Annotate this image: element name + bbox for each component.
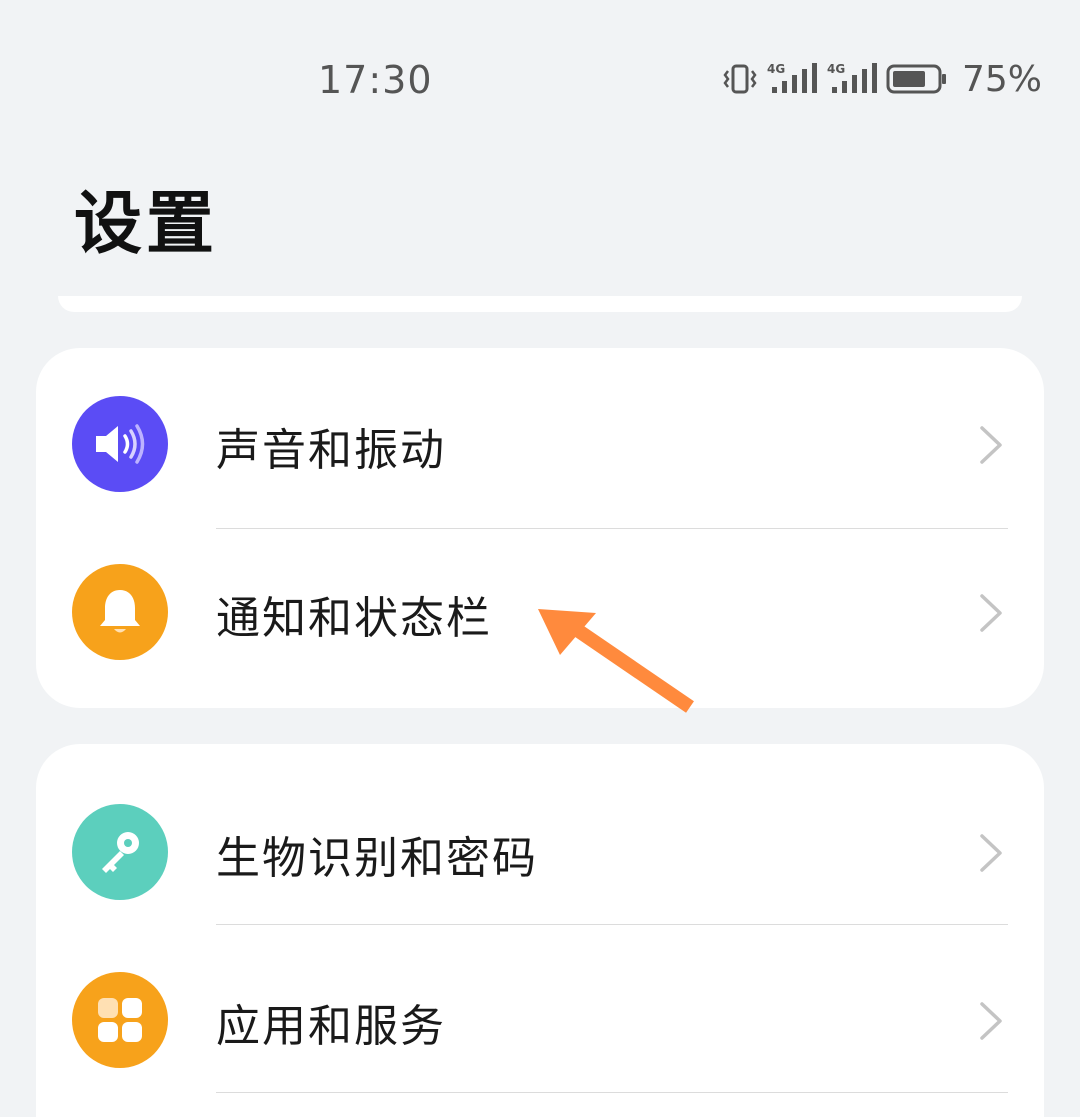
signal-4g-icon: 4G xyxy=(826,61,878,97)
settings-item-apps-services[interactable]: 应用和服务 xyxy=(36,924,1044,1092)
bell-icon xyxy=(72,564,168,660)
status-time: 17:30 xyxy=(318,58,433,102)
network-label-1: 4G xyxy=(767,62,785,76)
settings-item-label: 通知和状态栏 xyxy=(216,593,492,644)
chevron-right-icon xyxy=(980,1002,1002,1040)
chevron-right-icon xyxy=(980,834,1002,872)
apps-grid-icon xyxy=(72,972,168,1068)
network-label-2: 4G xyxy=(827,62,845,76)
page-title: 设置 xyxy=(74,185,219,264)
status-icons: 4G 4G 75% xyxy=(722,56,1042,102)
battery-percent: 75% xyxy=(961,58,1042,100)
speaker-icon xyxy=(72,396,168,492)
settings-item-notifications-statusbar[interactable]: 通知和状态栏 xyxy=(36,516,1044,684)
key-icon xyxy=(72,804,168,900)
settings-item-label: 声音和振动 xyxy=(216,425,446,476)
divider xyxy=(216,1092,1008,1093)
chevron-right-icon xyxy=(980,594,1002,632)
settings-item-biometrics-password[interactable]: 生物识别和密码 xyxy=(36,756,1044,924)
signal-4g-icon: 4G xyxy=(766,61,818,97)
previous-card-edge xyxy=(58,296,1022,312)
settings-card-1: 声音和振动 通知和状态栏 xyxy=(36,348,1044,708)
battery-icon xyxy=(886,62,948,96)
settings-item-label: 应用和服务 xyxy=(216,1001,446,1052)
settings-item-sound-vibration[interactable]: 声音和振动 xyxy=(36,348,1044,516)
settings-item-label: 生物识别和密码 xyxy=(216,833,538,884)
chevron-right-icon xyxy=(980,426,1002,464)
status-bar: 17:30 4G 4G 75% xyxy=(0,0,1080,160)
settings-card-2: 生物识别和密码 应用和服务 xyxy=(36,744,1044,1117)
vibrate-icon xyxy=(722,62,758,96)
